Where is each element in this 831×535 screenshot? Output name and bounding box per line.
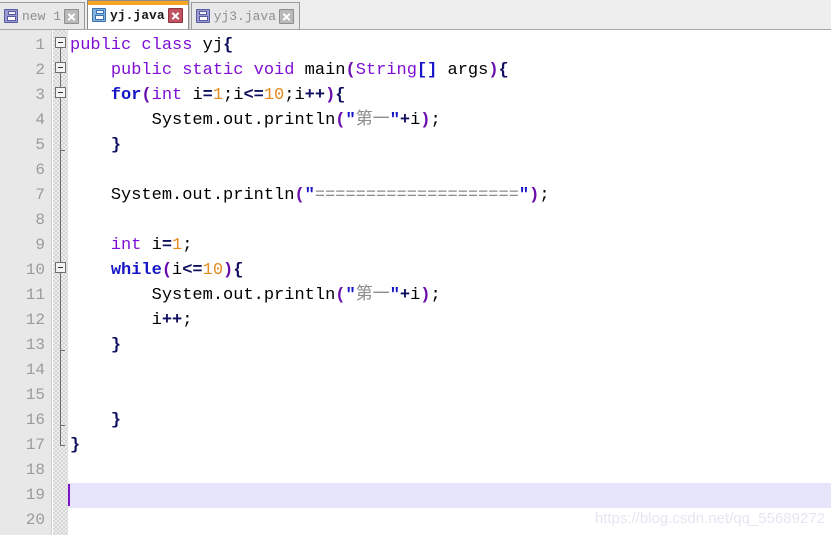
line-number: 11 bbox=[25, 286, 45, 304]
line-number-gutter: 1 2 3 4 5 6 7 8 9 10 11 12 13 14 15 16 17 18 19 20 bbox=[0, 30, 52, 535]
line-number: 3 bbox=[35, 86, 45, 104]
fold-toggle-icon[interactable] bbox=[55, 62, 66, 73]
code-line-text: System.out.println("====================… bbox=[110, 186, 550, 205]
fold-toggle-icon[interactable] bbox=[55, 37, 66, 48]
code-line[interactable] bbox=[68, 483, 70, 508]
code-line-text: public static void main(String[] args){ bbox=[110, 61, 509, 80]
code-line[interactable]: System.out.println("====================… bbox=[68, 183, 550, 208]
floppy-disk-icon bbox=[92, 8, 107, 22]
tab-yj3-java[interactable]: yj3.java bbox=[190, 2, 301, 29]
fold-guide-line bbox=[60, 41, 61, 445]
close-icon[interactable] bbox=[279, 8, 295, 24]
code-line-text: while(i<=10){ bbox=[110, 261, 244, 280]
line-number: 1 bbox=[35, 36, 45, 54]
code-line[interactable] bbox=[68, 208, 70, 233]
tab-yj-java[interactable]: yj.java bbox=[87, 0, 189, 29]
code-line-text: System.out.println("第一"+i); bbox=[151, 111, 441, 130]
watermark-text: https://blog.csdn.net/qq_55689272 bbox=[594, 510, 825, 527]
fold-tick bbox=[60, 425, 65, 426]
line-number: 12 bbox=[25, 311, 45, 329]
tab-label: new 1 bbox=[22, 8, 62, 24]
code-line-text: int i=1; bbox=[110, 236, 193, 255]
code-editor[interactable]: 1 2 3 4 5 6 7 8 9 10 11 12 13 14 15 16 17 18 19 20 public c… bbox=[0, 30, 831, 535]
code-line[interactable] bbox=[68, 383, 70, 408]
fold-toggle-icon[interactable] bbox=[55, 262, 66, 273]
code-line[interactable]: System.out.println("第一"+i); bbox=[68, 283, 441, 308]
line-number: 19 bbox=[25, 486, 45, 504]
code-line[interactable] bbox=[68, 158, 70, 183]
code-folding-strip[interactable] bbox=[53, 30, 68, 535]
code-line[interactable]: int i=1; bbox=[68, 233, 193, 258]
code-line[interactable]: } bbox=[68, 433, 80, 458]
tab-label: yj3.java bbox=[213, 8, 277, 24]
line-number: 17 bbox=[25, 436, 45, 454]
fold-toggle-icon[interactable] bbox=[55, 87, 66, 98]
line-number: 20 bbox=[25, 511, 45, 529]
code-line-text: } bbox=[110, 136, 122, 155]
code-line-text: i++; bbox=[151, 311, 193, 330]
code-line-text: } bbox=[110, 411, 122, 430]
code-line-text: } bbox=[110, 336, 122, 355]
code-line-text: System.out.println("第一"+i); bbox=[151, 286, 441, 305]
code-line-text: public class yj{ bbox=[70, 36, 234, 55]
code-line-text: } bbox=[70, 436, 81, 455]
line-number: 2 bbox=[35, 61, 45, 79]
code-line[interactable]: for(int i=1;i<=10;i++){ bbox=[68, 83, 346, 108]
fold-tick bbox=[60, 150, 65, 151]
code-line[interactable] bbox=[68, 508, 70, 533]
code-line[interactable]: } bbox=[68, 408, 121, 433]
code-line[interactable]: while(i<=10){ bbox=[68, 258, 244, 283]
close-icon[interactable] bbox=[64, 8, 80, 24]
line-number: 8 bbox=[35, 211, 45, 229]
editor-tab-bar: new 1 yj.java yj3.java bbox=[0, 0, 831, 30]
line-number: 14 bbox=[25, 361, 45, 379]
floppy-disk-icon bbox=[4, 9, 18, 23]
code-line[interactable] bbox=[68, 458, 70, 483]
code-line[interactable]: public static void main(String[] args){ bbox=[68, 58, 509, 83]
code-line[interactable]: System.out.println("第一"+i); bbox=[68, 108, 441, 133]
line-number: 6 bbox=[35, 161, 45, 179]
line-number: 18 bbox=[25, 461, 45, 479]
floppy-disk-icon bbox=[195, 9, 210, 23]
close-icon[interactable] bbox=[167, 7, 183, 23]
line-number: 4 bbox=[35, 111, 45, 129]
line-number: 16 bbox=[25, 411, 45, 429]
tab-new-1[interactable]: new 1 bbox=[0, 2, 86, 29]
code-text-area[interactable]: public class yj{ public static void main… bbox=[68, 30, 831, 535]
code-line[interactable]: public class yj{ bbox=[68, 33, 233, 58]
line-number: 10 bbox=[25, 261, 45, 279]
code-line-text: for(int i=1;i<=10;i++){ bbox=[110, 86, 346, 105]
java-editor-window: new 1 yj.java yj3.java 1 2 3 4 5 6 7 8 9 10 11 12 13… bbox=[0, 0, 831, 535]
tab-label: yj.java bbox=[110, 7, 165, 23]
code-line[interactable]: i++; bbox=[68, 308, 193, 333]
current-line-highlight bbox=[68, 483, 831, 508]
fold-end-marker bbox=[60, 445, 65, 446]
line-number: 15 bbox=[25, 386, 45, 404]
code-line[interactable]: } bbox=[68, 333, 121, 358]
code-line[interactable] bbox=[68, 358, 70, 383]
fold-tick bbox=[60, 350, 65, 351]
line-number: 13 bbox=[25, 336, 45, 354]
line-number: 5 bbox=[35, 136, 45, 154]
line-number: 9 bbox=[35, 236, 45, 254]
code-line[interactable]: } bbox=[68, 133, 121, 158]
line-number: 7 bbox=[35, 186, 45, 204]
